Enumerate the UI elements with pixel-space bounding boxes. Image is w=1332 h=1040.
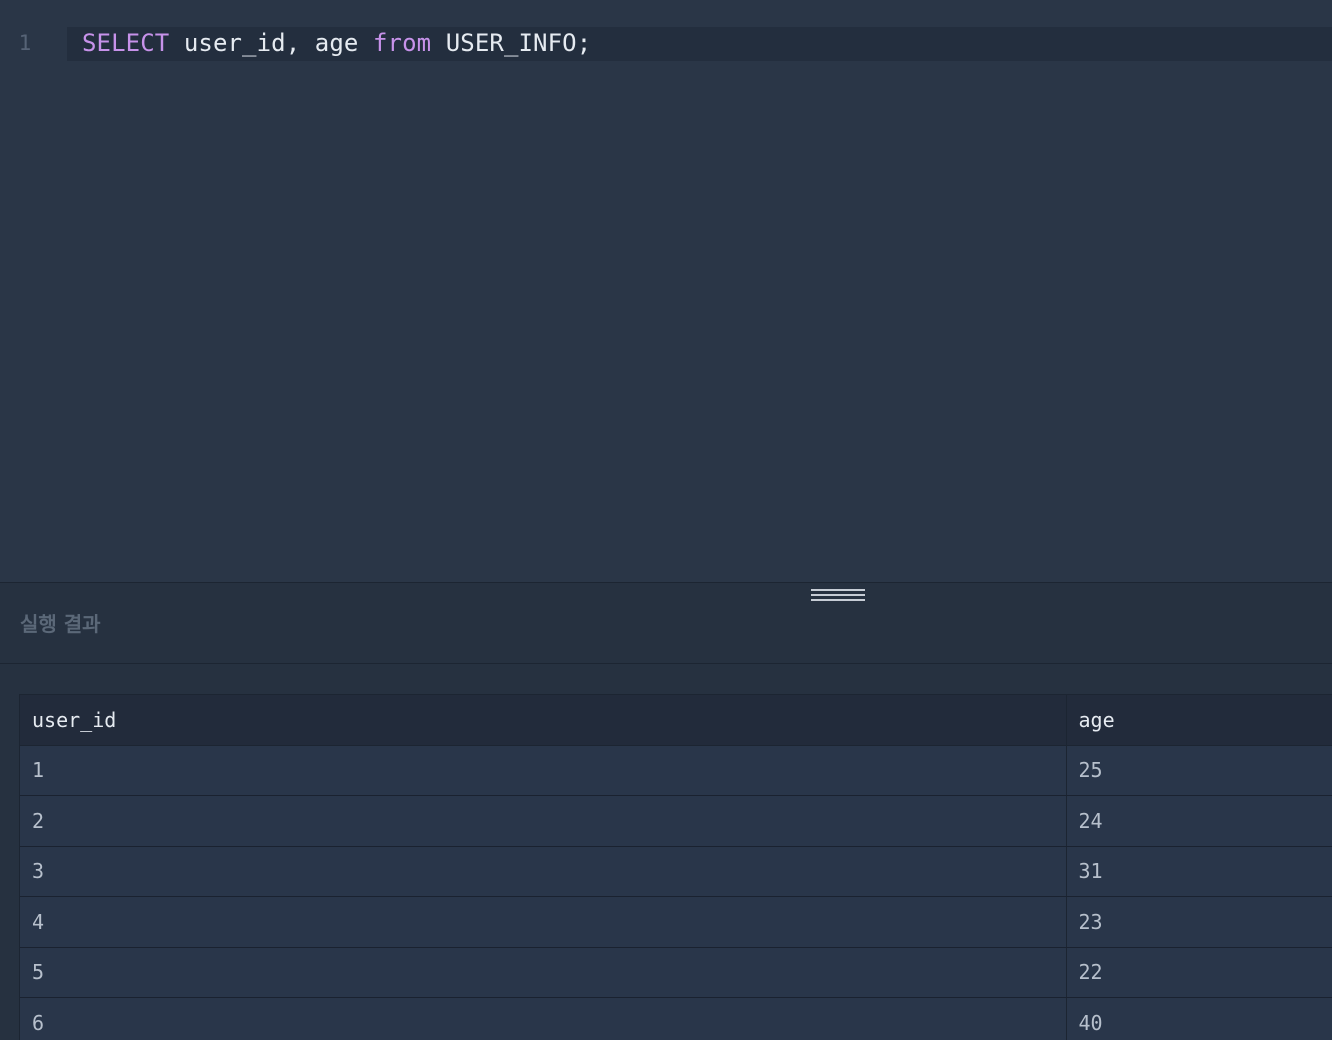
cell-user-id: 5 — [20, 947, 1067, 998]
sql-editor[interactable]: 1 SELECT user_id, age from USER_INFO; — [0, 0, 1332, 582]
cell-user-id: 3 — [20, 846, 1067, 897]
resize-handle-icon[interactable] — [811, 589, 865, 603]
table-row: 2 24 — [20, 795, 1332, 847]
table-row: 1 25 — [20, 745, 1332, 796]
table-row: 3 31 — [20, 846, 1332, 897]
keyword-select: SELECT — [82, 29, 170, 57]
result-table: user_id age 1 25 2 24 3 31 4 23 5 22 6 4… — [19, 694, 1332, 1040]
table-name: USER_INFO; — [431, 29, 592, 57]
code-line-1[interactable]: 1 SELECT user_id, age from USER_INFO; — [0, 27, 1332, 61]
keyword-from: from — [373, 29, 432, 57]
table-row: 4 23 — [20, 896, 1332, 948]
cell-user-id: 6 — [20, 997, 1067, 1040]
column-header-user-id[interactable]: user_id — [20, 695, 1067, 746]
table-header-row: user_id age — [20, 695, 1332, 746]
cell-age: 31 — [1066, 846, 1332, 897]
code-text[interactable]: SELECT user_id, age from USER_INFO; — [67, 27, 1332, 61]
cell-age: 24 — [1066, 795, 1332, 847]
table-row: 5 22 — [20, 947, 1332, 998]
line-number: 1 — [18, 31, 32, 55]
cell-age: 40 — [1066, 997, 1332, 1040]
cell-age: 22 — [1066, 947, 1332, 998]
result-pane: 실행 결과 user_id age 1 25 2 24 3 31 4 23 5 … — [0, 582, 1332, 1040]
column-header-age[interactable]: age — [1066, 695, 1332, 746]
cell-user-id: 1 — [20, 745, 1067, 796]
table-row: 6 40 — [20, 997, 1332, 1040]
result-title: 실행 결과 — [20, 612, 101, 636]
cell-age: 25 — [1066, 745, 1332, 796]
divider — [0, 663, 1332, 664]
cell-age: 23 — [1066, 896, 1332, 948]
cell-user-id: 2 — [20, 795, 1067, 847]
column-list: user_id, age — [169, 29, 373, 57]
cell-user-id: 4 — [20, 896, 1067, 948]
